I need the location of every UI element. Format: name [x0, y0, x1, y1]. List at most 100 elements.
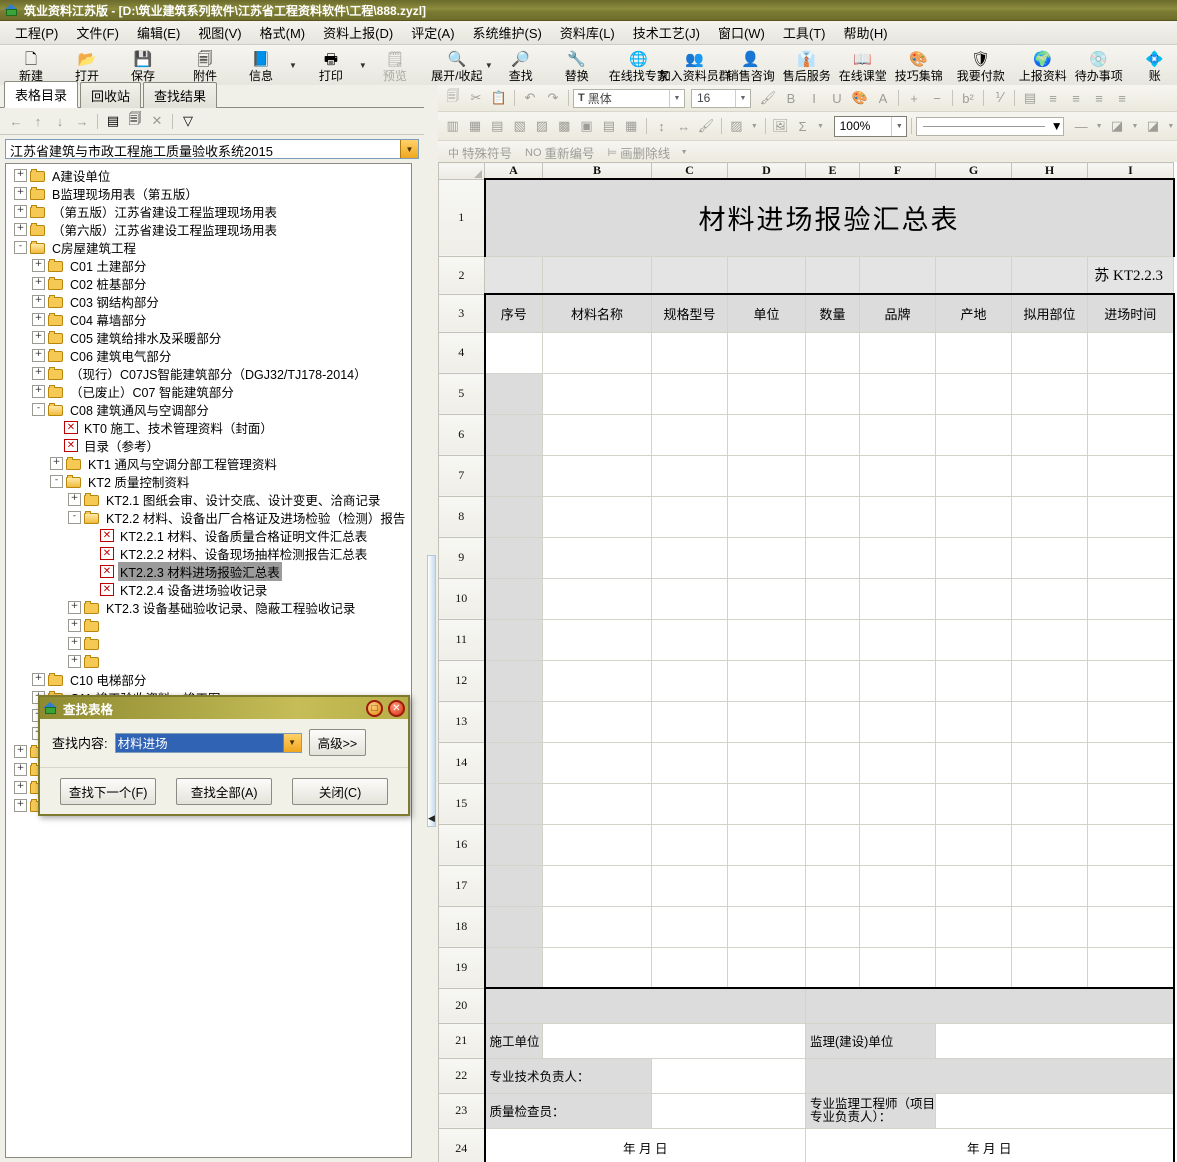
sheet-cell-empty[interactable] [859, 255, 936, 295]
sheet-cell[interactable] [1087, 946, 1175, 989]
sheet-cell[interactable] [859, 782, 936, 825]
sheet-cell[interactable] [805, 331, 860, 374]
menu-item-8[interactable]: 资料库(L) [551, 21, 624, 44]
chevron-down-icon[interactable]: ▼ [669, 89, 684, 107]
format-painter-icon[interactable]: 🖌 [695, 116, 716, 136]
sheet-cell[interactable] [935, 905, 1012, 948]
sheet-cell[interactable] [651, 495, 728, 538]
row-header-6[interactable]: 6 [438, 413, 485, 456]
menu-item-10[interactable]: 窗口(W) [709, 21, 774, 44]
bold-icon[interactable]: B [780, 88, 802, 108]
form-code-cell[interactable]: 苏 KT2.2.3 [1087, 255, 1174, 295]
sheet-cell[interactable] [859, 577, 936, 620]
collapse-arrow-icon[interactable]: ◀ [428, 813, 435, 824]
copy-table-icon[interactable]: 🗐 [125, 111, 145, 131]
insert-row-icon[interactable]: ▧ [509, 116, 530, 136]
sheet-cell[interactable] [805, 577, 860, 620]
border-line2-icon[interactable]: ◪ [1142, 116, 1163, 136]
sheet-cell[interactable] [483, 946, 543, 989]
sheet-cell[interactable] [727, 700, 806, 743]
tree-node[interactable]: + C02 桩基部分 [8, 274, 411, 292]
sheet-cell[interactable] [727, 413, 806, 456]
sheet-cell[interactable] [651, 905, 728, 948]
tree-node[interactable]: + KT1 通风与空调分部工程管理资料 [8, 454, 411, 472]
sheet-cell[interactable] [935, 454, 1012, 497]
merge-cells-icon[interactable]: ▦ [464, 116, 485, 136]
sheet-cell[interactable] [542, 700, 652, 743]
tree-node[interactable]: ✕ KT2.2.3 材料进场报验汇总表 [8, 561, 411, 581]
sheet-cell[interactable] [483, 823, 543, 866]
row-header-14[interactable]: 14 [438, 741, 485, 784]
vertical-text-icon[interactable]: ▤ [1019, 88, 1041, 108]
sheet-cell[interactable] [542, 372, 652, 415]
format-button-重新编号[interactable]: NO 重新编号 [519, 142, 601, 163]
chevron-down-icon[interactable]: ▼ [1165, 116, 1177, 136]
chevron-down-icon[interactable]: ▼ [814, 116, 827, 136]
column-header-E[interactable]: E [805, 162, 860, 180]
tree-node[interactable]: + [8, 634, 411, 652]
expand-plus-icon[interactable]: + [14, 186, 27, 200]
underline-icon[interactable]: U [826, 88, 848, 108]
sheet-cell[interactable] [1011, 823, 1088, 866]
row-header-24[interactable]: 24 [438, 1127, 485, 1162]
sheet-cell[interactable] [805, 987, 1175, 1024]
close-icon[interactable]: ✕ [388, 699, 405, 717]
expand-plus-icon[interactable]: + [14, 168, 27, 182]
sheet-cell[interactable] [727, 823, 806, 866]
sheet-cell[interactable] [859, 864, 936, 907]
chevron-down-icon[interactable]: ▼ [1051, 119, 1063, 133]
font-size-combo[interactable]: 16 ▼ [691, 88, 751, 108]
sheet-cell[interactable] [1087, 905, 1175, 948]
sheet-cell[interactable] [935, 782, 1012, 825]
find-next-button[interactable]: 查找下一个(F) [59, 777, 157, 805]
tree-node[interactable]: + C04 幕墙部分 [8, 310, 411, 328]
sheet-cell[interactable] [727, 741, 806, 784]
tab-表格目录[interactable]: 表格目录 [4, 81, 79, 108]
sheet-cell[interactable] [483, 413, 543, 456]
sheet-cell[interactable] [805, 372, 860, 415]
sheet-cell[interactable] [542, 659, 652, 702]
row-header-20[interactable]: 20 [438, 987, 485, 1024]
column-label-产地[interactable]: 产地 [935, 293, 1012, 333]
row-header-22[interactable]: 22 [438, 1057, 485, 1094]
sheet-cell[interactable] [483, 987, 806, 1024]
tree-node[interactable]: - C房屋建筑工程 [8, 238, 411, 256]
sheet-cell[interactable] [805, 823, 860, 866]
sheet-cell[interactable] [1087, 495, 1175, 538]
cut-scissors-icon[interactable]: ✂ [465, 88, 487, 108]
sheet-cell[interactable] [483, 495, 543, 538]
fill-color-icon[interactable]: 🎨 [849, 88, 871, 108]
sheet-cell[interactable] [1011, 577, 1088, 620]
sheet-cell[interactable] [1087, 536, 1175, 579]
paste-icon[interactable]: 📋 [488, 88, 510, 108]
collapse-minus-icon[interactable]: - [68, 510, 81, 524]
advanced-button[interactable]: 高级>> [308, 729, 367, 756]
sheet-cell[interactable] [935, 536, 1012, 579]
sheet-cell[interactable] [1087, 823, 1175, 866]
sheet-cell[interactable] [805, 495, 860, 538]
zoom-combo[interactable]: 100% ▼ [833, 115, 908, 137]
sheet-cell-empty[interactable] [727, 255, 806, 295]
sheet-cell[interactable] [1011, 536, 1088, 579]
sheet-cell[interactable] [1011, 495, 1088, 538]
sheet-cell[interactable] [1011, 331, 1088, 374]
toolbar-button-加入资料员群[interactable]: 👥 加入资料员群 [659, 45, 731, 86]
expand-plus-icon[interactable]: + [50, 456, 63, 470]
tree-node[interactable]: + B监理现场用表（第五版） [8, 184, 411, 202]
tree-node[interactable]: + KT2.1 图纸会审、设计交底、设计变更、洽商记录 [8, 490, 411, 508]
sheet-cell[interactable] [859, 454, 936, 497]
expand-plus-icon[interactable]: + [32, 366, 45, 380]
toolbar-button-打开[interactable]: 📂 打开 [59, 45, 115, 86]
sheet-cell[interactable] [727, 782, 806, 825]
sheet-cell[interactable] [1011, 905, 1088, 948]
find-input-combo[interactable]: ▼ [114, 732, 302, 753]
expand-plus-icon[interactable]: + [32, 672, 45, 686]
line-style-combo[interactable]: ▼ [916, 116, 1064, 136]
line-style-icon[interactable]: — [1070, 116, 1091, 136]
sheet-cell[interactable] [651, 331, 728, 374]
sheet-cell[interactable] [935, 659, 1012, 702]
sheet-cell[interactable] [727, 372, 806, 415]
expand-plus-icon[interactable]: + [14, 222, 27, 236]
sheet-cell[interactable] [935, 577, 1012, 620]
sheet-cell[interactable] [727, 659, 806, 702]
